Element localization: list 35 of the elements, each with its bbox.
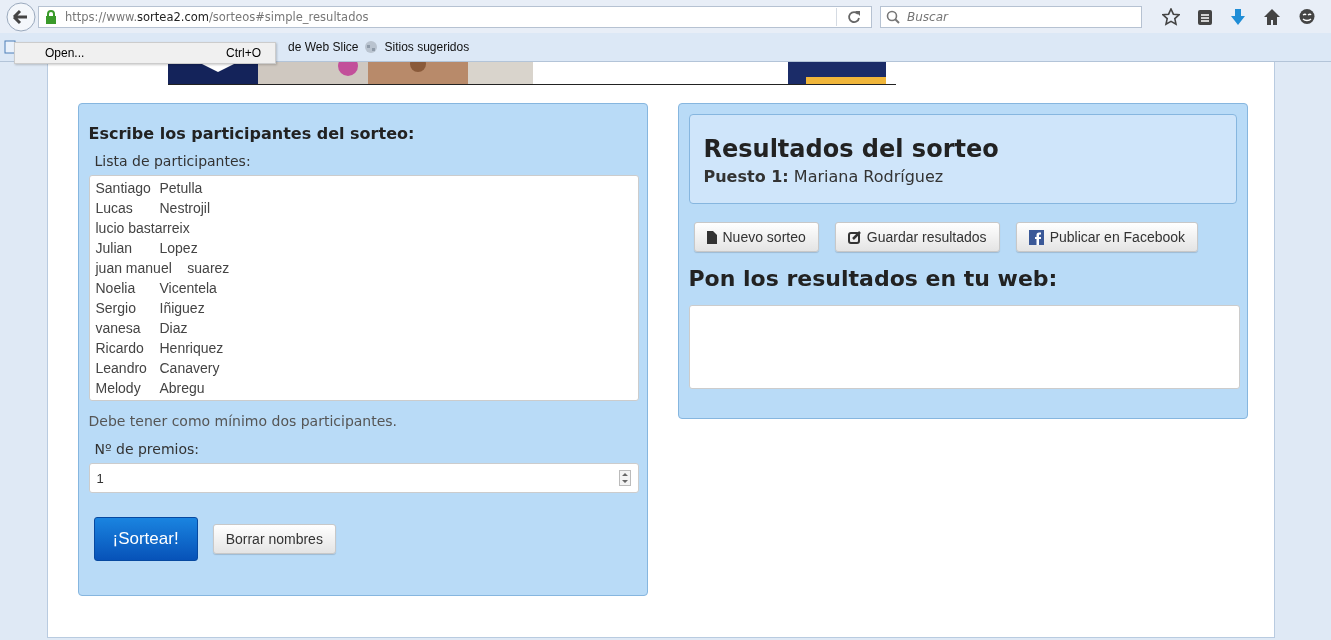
reload-icon[interactable] bbox=[847, 9, 861, 24]
shortcut-text: Ctrl+O bbox=[226, 46, 261, 60]
edit-icon[interactable] bbox=[847, 230, 861, 244]
result-text: Puesto 1: Mariana Rodríguez bbox=[703, 167, 945, 186]
section-title: Pon los resultados en tu web: bbox=[688, 266, 1059, 291]
clipboard-icon[interactable] bbox=[1197, 7, 1213, 26]
action-button[interactable]: Publicar en Facebook bbox=[1015, 222, 1199, 252]
participants-field[interactable]: Santiago Petulla Lucas Nestrojil lucio bastarreix Julian Lopez juan manuel suarez Noelia Vicentela Sergio Iñiguez vanesa Diaz Ricardo Henriquez Leandro Canavery Melody Abregu bbox=[88, 175, 639, 401]
facebook-icon[interactable] bbox=[1028, 229, 1044, 245]
search-field[interactable]: Buscar bbox=[880, 5, 1142, 28]
bookmark-link[interactable]: de Web Slice bbox=[288, 40, 359, 54]
lock-icon[interactable] bbox=[45, 9, 57, 24]
home-icon[interactable] bbox=[1263, 7, 1281, 26]
prizes-field[interactable]: 1 bbox=[88, 463, 639, 493]
help-text: Debe tener como mínimo dos participantes. bbox=[88, 413, 399, 429]
bookmark-link[interactable]: Sitios sugeridos bbox=[384, 40, 470, 54]
action-button[interactable]: Nuevo sorteo bbox=[693, 222, 819, 252]
chat-icon[interactable] bbox=[1298, 7, 1316, 26]
draw-button[interactable]: ¡Sortear! bbox=[93, 517, 198, 561]
search-icon[interactable] bbox=[886, 9, 900, 24]
url-text: https://www.sortea2.com/sorteos#simple_resultados bbox=[65, 9, 370, 24]
field-label: Nº de premios: bbox=[94, 441, 201, 457]
clear-button[interactable]: Borrar nombres bbox=[212, 524, 336, 554]
star-icon[interactable] bbox=[1162, 7, 1180, 26]
results-title: Resultados del sorteo bbox=[703, 135, 1000, 163]
menu-item[interactable]: Open... bbox=[45, 46, 85, 60]
spinner-icon[interactable] bbox=[618, 470, 631, 486]
back-icon[interactable] bbox=[6, 1, 36, 32]
field-label: Lista de participantes: bbox=[94, 153, 252, 169]
document-icon[interactable] bbox=[706, 230, 717, 244]
action-button[interactable]: Guardar resultados bbox=[834, 222, 1000, 252]
address-bar[interactable]: https://www.sortea2.com/sorteos#simple_resultados bbox=[38, 5, 872, 28]
download-icon[interactable] bbox=[1230, 7, 1246, 26]
panel-title: Escribe los participantes del sorteo: bbox=[88, 124, 416, 143]
embed-code-field[interactable] bbox=[688, 305, 1240, 389]
